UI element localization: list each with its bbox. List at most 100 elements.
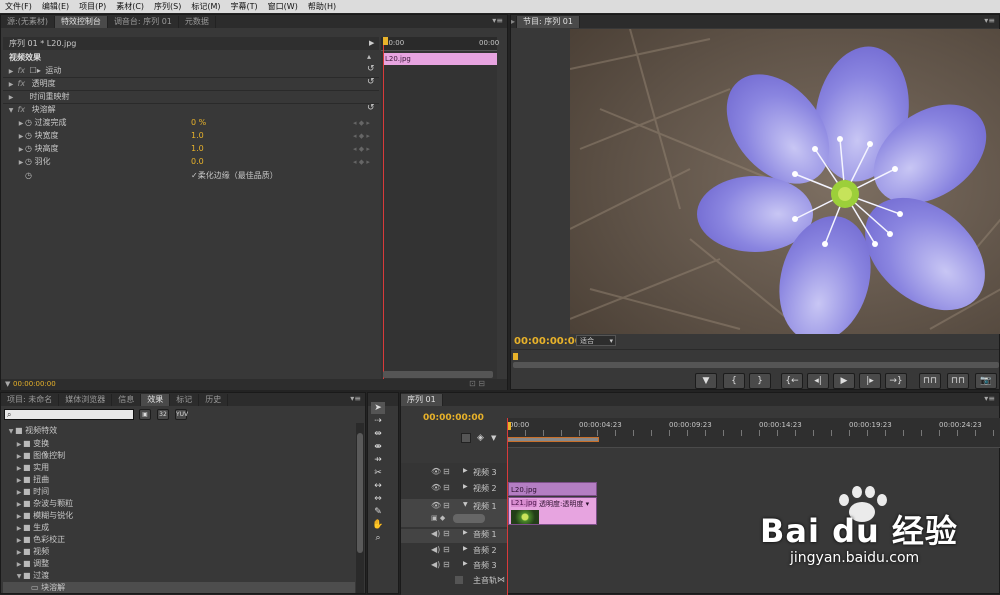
accelerated-effects-icon[interactable]: ▣ — [139, 409, 151, 420]
program-zoom-bar[interactable] — [513, 362, 999, 368]
program-video-frame[interactable] — [570, 29, 1000, 334]
param-value[interactable]: 1.0 — [191, 129, 204, 142]
reset-icon[interactable]: ↺ — [367, 77, 375, 87]
menu-clip[interactable]: 素材(C) — [111, 1, 149, 12]
speaker-icon[interactable]: ◀) — [431, 545, 440, 554]
rolling-edit-tool-icon[interactable]: ⇼ — [371, 441, 385, 453]
effect-controls-timecode[interactable]: 00:00:00:00 — [13, 380, 56, 388]
lock-icon[interactable]: ⊟ — [443, 545, 450, 554]
tree-folder[interactable]: ▶ ■ 扭曲 — [15, 474, 367, 485]
panel-menu-icon[interactable]: ▾≡ — [350, 394, 361, 403]
extract-button[interactable]: ⊓⊓ — [947, 373, 969, 389]
tree-folder[interactable]: ▶ ■ 视频 — [15, 546, 367, 557]
param-value[interactable]: 0.0 — [191, 155, 204, 168]
expand-icon[interactable]: ▶ — [463, 560, 468, 567]
ripple-edit-tool-icon[interactable]: ⇹ — [371, 428, 385, 440]
mini-playhead[interactable] — [383, 37, 384, 382]
eye-icon[interactable]: 👁 — [431, 467, 441, 476]
effect-row-time-remap[interactable]: ▶ 时间重映射 — [3, 90, 379, 103]
tree-folder[interactable]: ▶ ■ 时间 — [15, 486, 367, 497]
export-frame-button[interactable]: 📷 — [975, 373, 997, 389]
clip-v1[interactable]: L21.jpg 透明度:透明度 ▾ — [508, 497, 597, 525]
zoom-tool-icon[interactable]: ⌕ — [371, 532, 385, 544]
expand-icon[interactable]: ▶ — [463, 483, 468, 490]
collapse-icon[interactable]: ▼ — [463, 501, 468, 508]
master-toggle-icon[interactable]: ⋈ — [497, 575, 505, 584]
slide-tool-icon[interactable]: ⇔ — [371, 493, 385, 505]
tree-folder[interactable]: ▶ ■ 调整 — [15, 558, 367, 569]
program-playhead-handle[interactable] — [513, 353, 518, 360]
stopwatch-icon[interactable]: ◷ — [25, 144, 32, 153]
tab-sequence[interactable]: 序列 01 — [401, 394, 443, 406]
lock-icon[interactable]: ⊟ — [443, 483, 450, 492]
expand-arrow-icon[interactable]: ▶ — [369, 39, 374, 47]
menu-edit[interactable]: 编辑(E) — [37, 1, 74, 12]
selection-tool-icon[interactable]: ➤ — [371, 402, 385, 414]
tab-info[interactable]: 信息 — [112, 394, 142, 406]
track-header-video-3[interactable]: 👁 ⊟ ▶ 视频 3 — [401, 467, 507, 481]
eye-icon[interactable]: 👁 — [431, 501, 441, 510]
step-back-button[interactable]: ◂| — [807, 373, 829, 389]
soften-checkbox[interactable]: ✓柔化边缘（最佳品质） — [191, 169, 278, 182]
speaker-icon[interactable]: ◀) — [431, 529, 440, 538]
keyframe-toggle[interactable] — [453, 514, 485, 523]
track-header-video-1[interactable]: 👁 ⊟ ▼ 视频 1 ▣ ◆ — [401, 499, 507, 527]
mini-clip-bar[interactable]: L20.jpg — [383, 53, 497, 65]
menu-project[interactable]: 项目(P) — [74, 1, 111, 12]
tab-history[interactable]: 历史 — [199, 394, 229, 406]
clip-v2[interactable]: L20.jpg — [508, 482, 597, 496]
menu-help[interactable]: 帮助(H) — [303, 1, 341, 12]
lock-icon[interactable]: ⊟ — [443, 529, 450, 538]
lock-icon[interactable]: ⊟ — [443, 467, 450, 476]
track-header-audio-2[interactable]: ◀) ⊟ ▶ 音频 2 — [401, 545, 507, 559]
effect-row-opacity[interactable]: ▶ fx 透明度 — [3, 77, 379, 90]
tab-media-browser[interactable]: 媒体浏览器 — [59, 394, 113, 406]
slip-tool-icon[interactable]: ↔ — [371, 480, 385, 492]
work-area-bar[interactable] — [507, 437, 599, 442]
pen-tool-icon[interactable]: ✎ — [371, 506, 385, 518]
play-button[interactable]: ▶ — [833, 373, 855, 389]
stopwatch-icon[interactable]: ◷ — [25, 131, 32, 140]
lock-icon[interactable]: ⊟ — [443, 501, 450, 510]
effect-row-block-dissolve[interactable]: ▼ fx 块溶解 — [3, 103, 379, 116]
panel-menu-icon[interactable]: ▾≡ — [984, 16, 995, 25]
track-header-video-2[interactable]: 👁 ⊟ ▶ 视频 2 — [401, 483, 507, 497]
mini-playhead-handle[interactable] — [383, 37, 388, 45]
mark-in-button[interactable]: { — [723, 373, 745, 389]
lock-icon[interactable]: ⊟ — [443, 560, 450, 569]
reset-icon[interactable]: ↺ — [367, 64, 375, 74]
tree-root[interactable]: ▼ ■ 视频特效 — [7, 425, 359, 436]
keyframe-nav-icons[interactable]: ◂ ◆ ▸ ◂ ◆ ▸ ◂ ◆ ▸ ◂ ◆ ▸ — [353, 117, 370, 169]
tree-folder[interactable]: ▶ ■ 图像控制 — [15, 450, 367, 461]
go-to-out-button[interactable]: →} — [885, 373, 907, 389]
expand-icon[interactable]: ▶ — [463, 467, 468, 474]
menu-title[interactable]: 字幕(T) — [226, 1, 263, 12]
reset-icon[interactable]: ↺ — [367, 103, 375, 113]
stopwatch-icon[interactable]: ◷ — [25, 157, 32, 166]
panel-menu-icon[interactable]: ▾≡ — [492, 16, 503, 25]
32bit-effects-icon[interactable]: 32 — [157, 409, 169, 420]
clip-v1-fx[interactable]: 透明度:透明度 ▾ — [539, 499, 589, 509]
tree-folder[interactable]: ▶ ■ 色彩校正 — [15, 534, 367, 545]
timeline-timecode[interactable]: 00:00:00:00 — [423, 413, 484, 423]
razor-tool-icon[interactable]: ✂ — [371, 467, 385, 479]
fx-icon[interactable]: fx — [18, 105, 26, 114]
expand-icon[interactable]: ▶ — [17, 156, 25, 169]
effect-row-motion[interactable]: ▶ fx ☐▸ 运动 — [3, 64, 379, 77]
tab-project[interactable]: 项目: 未命名 — [1, 394, 60, 406]
tree-folder[interactable]: ▶ ■ 变换 — [15, 438, 367, 449]
fx-icon[interactable]: fx — [18, 66, 26, 75]
speaker-icon[interactable]: ◀) — [431, 560, 440, 569]
tree-folder[interactable]: ▶ ■ 模糊与锐化 — [15, 510, 367, 521]
menu-marker[interactable]: 标记(M) — [186, 1, 225, 12]
tree-folder[interactable]: ▼ ■ 过渡 — [15, 570, 367, 581]
tab-audio-mixer[interactable]: 调音台: 序列 01 — [108, 16, 179, 28]
mute-icon[interactable] — [455, 576, 463, 584]
scrollbar-thumb[interactable] — [357, 433, 363, 553]
step-forward-button[interactable]: |▸ — [859, 373, 881, 389]
track-header-master[interactable]: 主音轨 ⋈ — [401, 575, 507, 589]
marker-icon[interactable]: ▼ — [491, 434, 496, 442]
menu-window[interactable]: 窗口(W) — [263, 1, 303, 12]
set-marker-icon[interactable]: ◈ — [477, 433, 484, 443]
display-style-icon[interactable]: ▣ ◆ — [431, 514, 445, 522]
